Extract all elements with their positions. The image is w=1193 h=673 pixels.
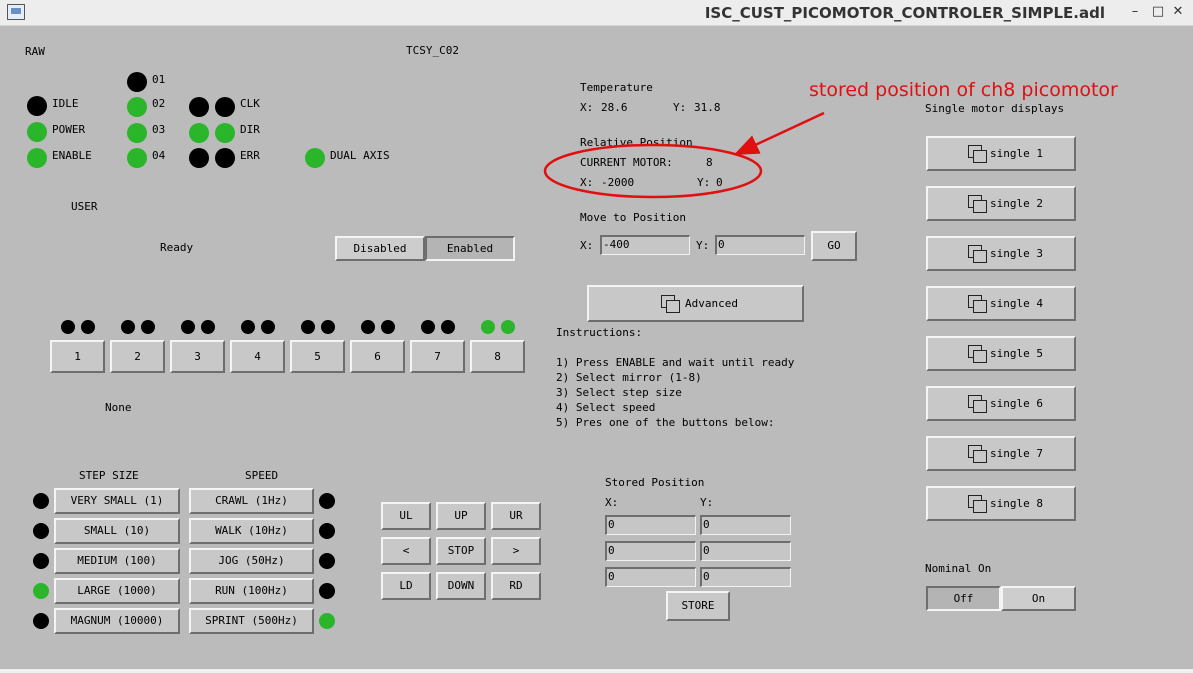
- annotation-arrow: [733, 111, 825, 156]
- annotation-ellipse: [543, 143, 763, 199]
- annotation-text: stored position of ch8 picomotor: [809, 79, 1118, 101]
